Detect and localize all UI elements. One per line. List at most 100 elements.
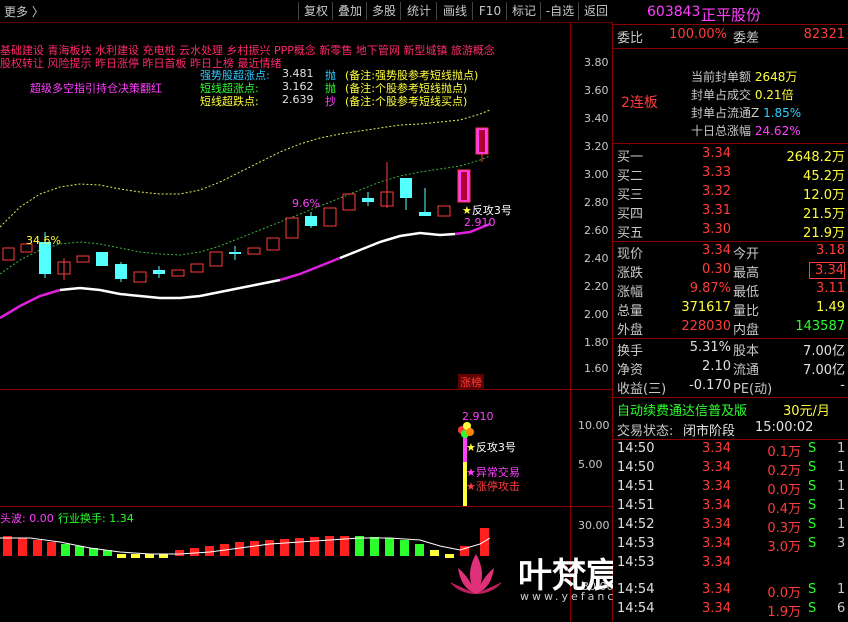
info-row: 外盘 228030 内盘 143587 <box>613 319 848 338</box>
info-row: 净资 2.10 流通 7.00亿 <box>613 359 848 378</box>
lower-line-magenta <box>0 288 61 320</box>
weicha-label: 委差 <box>733 31 760 46</box>
trade-volume: 0.0万 <box>767 483 801 498</box>
histogram-bars <box>3 528 489 558</box>
trade-count: 3 <box>837 536 846 551</box>
info-value: 9.87% <box>689 281 731 296</box>
zhangbang-badge[interactable]: 涨榜 <box>458 374 484 390</box>
bid-volume: 45.2万 <box>803 169 845 184</box>
trade-count: 1 <box>837 498 846 513</box>
trade-row: 14:50 3.34 0.1万 S 1 <box>613 441 848 460</box>
stat-value: 1.85% <box>763 106 802 120</box>
star-icon: ★ <box>466 480 476 493</box>
trade-side: S <box>808 460 817 475</box>
stat-value: 24.62% <box>754 124 801 138</box>
bid-label: 买一 <box>617 150 644 165</box>
lianban-badge: 2连板 <box>621 95 658 111</box>
divider <box>613 397 848 398</box>
trade-volume: 0.3万 <box>767 521 801 536</box>
promo-row[interactable]: 自动续费通达信普及版 30元/月 <box>613 400 848 419</box>
bid-row-4[interactable]: 买四 3.31 21.5万 <box>613 203 848 222</box>
y-axis-separator <box>570 22 571 622</box>
ytick: 1.60 <box>584 362 609 375</box>
trade-price: 3.34 <box>702 517 731 532</box>
trade-price: 3.34 <box>702 479 731 494</box>
price-low-label: 2.910 <box>464 216 496 229</box>
trade-row: 14:51 3.34 0.4万 S 1 <box>613 498 848 517</box>
lower-line-white-2 <box>339 231 456 260</box>
more-menu-button[interactable]: 更多 〉 <box>4 3 44 20</box>
info-value: 7.00亿 <box>803 363 845 378</box>
trade-volume: 1.9万 <box>767 605 801 620</box>
draw-line-button[interactable]: 画线 <box>436 2 473 20</box>
trade-time: 14:54 <box>617 601 655 616</box>
bid-row-1[interactable]: 买一 3.34 2648.2万 <box>613 146 848 165</box>
info-label: 内盘 <box>733 323 760 338</box>
info-row: 收益(三) -0.170 PE(动) - <box>613 378 848 397</box>
info-label: 涨幅 <box>617 285 644 300</box>
info-value: 1.49 <box>816 300 845 315</box>
trade-volume: 0.4万 <box>767 502 801 517</box>
bid-volume: 21.5万 <box>803 207 845 222</box>
trade-side: S <box>808 536 817 551</box>
info-value: 3.11 <box>816 281 845 296</box>
bid-volume: 12.0万 <box>803 188 845 203</box>
promo-text[interactable]: 自动续费通达信普及版 <box>617 400 747 419</box>
legend-signal-2: 抄 <box>325 95 336 108</box>
trade-time: 14:51 <box>617 479 655 494</box>
info-value: 371617 <box>681 300 731 315</box>
info-row: 现价 3.34 今开 3.18 <box>613 243 848 262</box>
trade-row: 14:54 3.34 1.9万 S 6 <box>613 601 848 620</box>
indicator-name: 超级多空指引持仓决策翻红 <box>30 82 162 95</box>
mid-ytick: 5.00 <box>578 458 603 471</box>
mark-button[interactable]: 标记 <box>506 2 541 20</box>
legend-value-1: 3.162 <box>282 80 314 93</box>
status-row: 交易状态: 闭市阶段 15:00:02 <box>613 420 848 439</box>
overlay-button[interactable]: 叠加 <box>332 2 367 20</box>
back-button[interactable]: 返回 <box>578 2 613 20</box>
trade-volume: 0.1万 <box>767 445 801 460</box>
mid-label-limitup-text: 涨停攻击 <box>475 480 520 493</box>
quote-header: 603843 正平股份 <box>613 4 848 24</box>
trade-side: S <box>808 601 817 616</box>
trade-row: 14:53 3.34 <box>613 555 848 574</box>
trade-side: S <box>808 479 817 494</box>
ytick: 2.20 <box>584 280 609 293</box>
trade-count: 1 <box>837 517 846 532</box>
trade-price: 3.34 <box>702 441 731 456</box>
stat-value: 0.21倍 <box>754 88 794 102</box>
info-label: 最低 <box>733 285 760 300</box>
bid-price: 3.31 <box>702 203 731 218</box>
divider <box>613 241 848 242</box>
weibi-row: 委比 100.00% 委差 82321 <box>613 27 848 46</box>
trade-time: 14:53 <box>617 555 655 570</box>
stat-label: 当前封单额 <box>691 70 752 84</box>
trade-price: 3.34 <box>702 498 731 513</box>
trade-count: 6 <box>837 601 846 616</box>
info-label: 流通 <box>733 363 760 378</box>
ytick: 3.20 <box>584 140 609 153</box>
multi-stock-button[interactable]: 多股 <box>366 2 401 20</box>
ytick: 2.80 <box>584 196 609 209</box>
info-row: 换手 5.31% 股本 7.00亿 <box>613 340 848 359</box>
pct-annotation-1: 34.6% <box>26 234 61 247</box>
trade-count: 1 <box>837 460 846 475</box>
mid-label-fangong-text: 反攻3号 <box>475 441 516 454</box>
trade-side: S <box>808 498 817 513</box>
bid-volume: 2648.2万 <box>786 150 846 165</box>
trade-side: S <box>808 582 817 597</box>
f10-button[interactable]: F10 <box>472 2 507 20</box>
trade-time: 14:53 <box>617 536 655 551</box>
divider <box>613 338 848 339</box>
info-label: 外盘 <box>617 323 644 338</box>
ytick: 3.00 <box>584 168 609 181</box>
bid-label: 买四 <box>617 207 644 222</box>
bid-row-5[interactable]: 买五 3.30 21.9万 <box>613 222 848 241</box>
info-label: 最高 <box>733 266 760 281</box>
bid-row-3[interactable]: 买三 3.32 12.0万 <box>613 184 848 203</box>
mid-label-limitup: ★涨停攻击 <box>466 478 520 494</box>
fuquan-button[interactable]: 复权 <box>298 2 333 20</box>
watchlist-button[interactable]: -自选 <box>540 2 579 20</box>
stats-button[interactable]: 统计 <box>400 2 437 20</box>
bid-row-2[interactable]: 买二 3.33 45.2万 <box>613 165 848 184</box>
